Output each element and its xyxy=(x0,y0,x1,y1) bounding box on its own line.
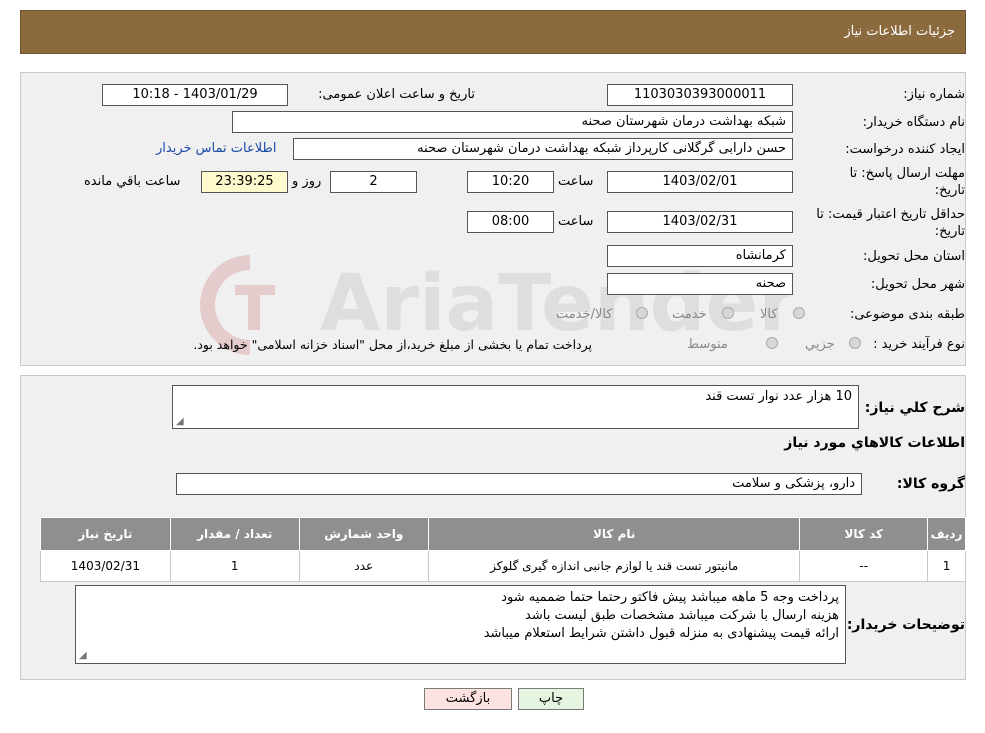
buyer-notes-textarea[interactable]: پرداخت وجه 5 ماهه میباشد پیش فاکتو رحتما… xyxy=(75,585,846,664)
buyer-note-line: پرداخت وجه 5 ماهه میباشد پیش فاکتو رحتما… xyxy=(501,590,839,605)
category-label: طبقه بندی موضوعی: xyxy=(849,307,965,322)
summary-textarea[interactable]: 10 هزار عدد نوار تست قند xyxy=(172,385,859,429)
col-qty-header: تعداد / مقدار xyxy=(169,517,300,551)
col-unit-header: واحد شمارش xyxy=(298,517,429,551)
process-note: پرداخت تمام یا بخشی از مبلغ خرید،از محل … xyxy=(193,337,592,352)
announce-field: 1403/01/29 - 10:18 xyxy=(102,84,288,106)
category-goods-service-label: کالا/خدمت xyxy=(556,307,613,322)
province-field: کرمانشاه xyxy=(607,245,793,267)
print-button[interactable]: چاپ xyxy=(518,688,584,710)
cell-need-date: 1403/02/31 xyxy=(40,550,171,582)
buyer-notes-label: توضیحات خریدار: xyxy=(846,617,965,633)
reply-time-field: 10:20 xyxy=(467,171,554,193)
process-medium-radio[interactable] xyxy=(766,337,778,349)
announce-label: تاریخ و ساعت اعلان عمومی: xyxy=(318,87,475,102)
process-minor-label: جزیي xyxy=(805,337,835,352)
creator-field: حسن دارابی گرگلانی کارپرداز شبکه بهداشت … xyxy=(293,138,793,160)
goods-group-label: گروه کالا: xyxy=(896,476,965,492)
cell-quantity: 1 xyxy=(169,550,300,582)
col-date-header: تاریخ نیاز xyxy=(40,517,171,551)
category-service-label: خدمت xyxy=(672,307,707,322)
cell-row-number: 1 xyxy=(927,550,966,582)
need-number-label: شماره نیاز: xyxy=(903,87,965,102)
resize-handle-icon: ◢ xyxy=(176,416,184,427)
process-minor-radio[interactable] xyxy=(849,337,861,349)
reply-date-field: 1403/02/01 xyxy=(607,171,793,193)
table-row: 1 -- مانیتور تست قند یا لوازم جانبی اندا… xyxy=(40,550,966,582)
days-label: روز و xyxy=(292,174,322,189)
buyer-org-label: نام دستگاه خریدار: xyxy=(862,115,965,130)
process-medium-label: متوسط xyxy=(687,337,728,352)
reply-deadline-label-line1: مهلت ارسال پاسخ: تا xyxy=(849,166,965,181)
cell-goods-code: -- xyxy=(799,550,929,582)
remaining-time-field: 23:39:25 xyxy=(201,171,288,193)
validity-date-field: 1403/02/31 xyxy=(607,211,793,233)
cell-unit: عدد xyxy=(298,550,429,582)
buyer-org-field: شبکه بهداشت درمان شهرستان صحنه xyxy=(232,111,793,133)
reply-deadline-label: مهلت ارسال پاسخ: تا تاریخ: xyxy=(850,165,965,199)
reply-time-label: ساعت xyxy=(558,174,594,189)
category-goods-radio[interactable] xyxy=(793,307,805,319)
goods-group-field: دارو، پزشکی و سلامت xyxy=(176,473,862,495)
days-remaining-field: 2 xyxy=(330,171,417,193)
city-field: صحنه xyxy=(607,273,793,295)
col-row-header: ردیف xyxy=(927,517,966,551)
category-goods-label: کالا xyxy=(760,307,778,322)
remaining-time-label: ساعت باقي مانده xyxy=(84,174,181,189)
buyer-contact-link[interactable]: اطلاعات تماس خریدار xyxy=(156,141,276,156)
buyer-note-line: ارائه قیمت پیشنهادی به منزله قبول داشتن … xyxy=(483,626,839,641)
page-header: جزئیات اطلاعات نیاز xyxy=(20,10,966,54)
table-header-row: ردیف کد کالا نام کالا واحد شمارش تعداد /… xyxy=(40,517,966,551)
summary-label: شرح کلي نیاز: xyxy=(864,400,965,416)
province-label: استان محل تحویل: xyxy=(863,249,965,264)
category-goods-service-radio[interactable] xyxy=(636,307,648,319)
resize-handle-icon: ◢ xyxy=(79,650,87,661)
creator-label: ایجاد کننده درخواست: xyxy=(845,142,965,157)
reply-deadline-label-line2: تاریخ: xyxy=(934,183,965,198)
goods-info-title: اطلاعات کالاهاي مورد نیاز xyxy=(784,435,965,451)
page-title: جزئیات اطلاعات نیاز xyxy=(844,24,955,39)
cell-goods-name: مانیتور تست قند یا لوازم جانبی اندازه گی… xyxy=(427,550,801,582)
min-validity-label-line2: تاریخ: xyxy=(934,224,965,239)
need-number-field: 1103030393000011 xyxy=(607,84,793,106)
category-service-radio[interactable] xyxy=(722,307,734,319)
col-name-header: نام کالا xyxy=(427,517,801,551)
process-label: نوع فرآیند خرید : xyxy=(873,337,965,352)
buyer-note-line: هزینه ارسال با شرکت میباشد مشخصات طبق لی… xyxy=(525,608,839,623)
city-label: شهر محل تحویل: xyxy=(870,277,965,292)
back-button[interactable]: بازگشت xyxy=(424,688,512,710)
validity-time-field: 08:00 xyxy=(467,211,554,233)
col-code-header: کد کالا xyxy=(799,517,929,551)
min-validity-label: حداقل تاریخ اعتبار قیمت: تا تاریخ: xyxy=(816,206,965,240)
items-table: ردیف کد کالا نام کالا واحد شمارش تعداد /… xyxy=(40,517,966,582)
min-validity-label-line1: حداقل تاریخ اعتبار قیمت: تا xyxy=(816,207,965,222)
validity-time-label: ساعت xyxy=(558,214,594,229)
